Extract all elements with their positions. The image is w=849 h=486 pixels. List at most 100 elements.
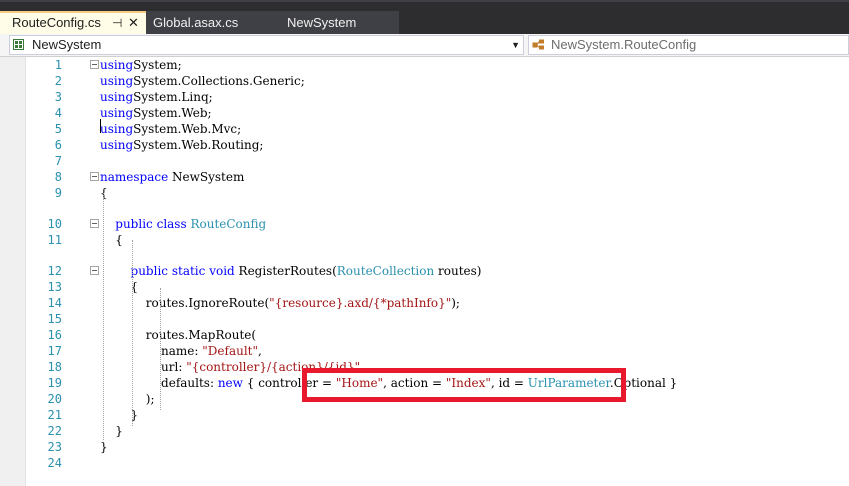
keyword-token: class: [156, 217, 187, 231]
line-number: 3: [54, 90, 62, 104]
code-token: System.Web.Mvc;: [133, 122, 242, 136]
code-token: routes.MapRoute(: [100, 328, 257, 342]
line-number: 8: [54, 170, 62, 184]
code-line[interactable]: 24: [0, 455, 849, 471]
line-number: 17: [47, 344, 62, 358]
code-token: routes): [434, 264, 482, 278]
string-token: "Default": [202, 344, 259, 358]
tab-label: NewSystem: [287, 15, 357, 30]
keyword-token: using: [100, 90, 134, 104]
line-number: 11: [47, 233, 62, 247]
line-number: 24: [47, 456, 62, 470]
line-number: 19: [47, 376, 62, 390]
line-number: 5: [54, 122, 62, 136]
line-number: 9: [54, 186, 62, 200]
tab-bar-top-strip: [0, 0, 849, 2]
collapse-toggle-icon[interactable]: [90, 266, 99, 275]
line-number: 13: [47, 280, 62, 294]
indent-guide: [132, 240, 133, 426]
code-line[interactable]: 2 usingSystem.Collections.Generic;: [0, 73, 849, 89]
code-line[interactable]: 14 routes.IgnoreRoute("{resource}.axd/{*…: [0, 295, 849, 311]
code-token: NewSystem: [168, 170, 245, 184]
line-number: 22: [47, 424, 62, 438]
line-number: 12: [47, 264, 62, 278]
keyword-token: public: [115, 217, 153, 231]
line-number: 10: [47, 217, 62, 231]
code-text: usingSystem.Web.Mvc;: [100, 121, 241, 137]
type-token: RouteCollection: [336, 264, 435, 278]
indent-guide: [160, 288, 161, 410]
line-number: 15: [47, 312, 62, 326]
code-line[interactable]: 6 usingSystem.Web.Routing;: [0, 137, 849, 153]
code-token: defaults:: [100, 376, 218, 390]
code-line[interactable]: 7: [0, 153, 849, 169]
code-line[interactable]: 17 name: "Default",: [0, 343, 849, 359]
pin-icon[interactable]: ⊣: [112, 13, 122, 33]
code-text: routes.MapRoute(: [100, 327, 256, 343]
code-token: url:: [100, 360, 187, 374]
code-line[interactable]: 15: [0, 311, 849, 327]
code-line[interactable]: 21 }: [0, 407, 849, 423]
code-line[interactable]: 9{: [0, 185, 849, 201]
collapse-toggle-icon[interactable]: [90, 172, 99, 181]
navigation-bar: NewSystem ▼ NewSystem.RouteConfig: [0, 34, 849, 57]
string-token: "{resource}.axd/{*pathInfo}": [269, 296, 452, 310]
code-token: System.Web.Routing;: [133, 138, 264, 152]
code-text: routes.IgnoreRoute("{resource}.axd/{*pat…: [100, 295, 460, 311]
close-icon[interactable]: ✕: [128, 13, 139, 33]
code-token: name:: [100, 344, 203, 358]
code-line[interactable]: 3 usingSystem.Linq;: [0, 89, 849, 105]
code-token: ,: [258, 344, 262, 358]
code-text: );: [100, 391, 155, 407]
tab-routeconfig-active[interactable]: RouteConfig.cs ⊣ ✕: [0, 11, 146, 34]
class-name: NewSystem.RouteConfig: [551, 37, 697, 52]
code-line[interactable]: 23}: [0, 439, 849, 455]
line-number: 7: [54, 154, 62, 168]
code-token: System.Collections.Generic;: [133, 74, 305, 88]
line-number: 1: [54, 58, 62, 72]
document-tab-bar: Global.asax.cs NewSystem RouteConfig.cs …: [0, 0, 849, 34]
code-token: );: [100, 392, 155, 406]
code-editor[interactable]: 1 usingSystem; 2 usingSystem.Collections.Ge…: [0, 57, 849, 486]
keyword-token: using: [100, 106, 134, 120]
keyword-token: public: [130, 264, 169, 278]
line-number: 18: [47, 360, 62, 374]
line-number: 20: [47, 392, 62, 406]
line-number: 2: [54, 74, 62, 88]
code-line[interactable]: 1 usingSystem;: [0, 57, 849, 73]
code-line[interactable]: 5 usingSystem.Web.Mvc;: [0, 121, 849, 137]
class-dropdown[interactable]: NewSystem.RouteConfig: [528, 35, 849, 55]
code-token: );: [451, 296, 460, 310]
code-line[interactable]: 12 public static void RegisterRoutes(Rou…: [0, 263, 849, 279]
code-line[interactable]: 11 {: [0, 232, 849, 248]
keyword-token: using: [100, 74, 134, 88]
highlight-annotation-box: [302, 368, 626, 402]
collapse-toggle-icon[interactable]: [90, 219, 99, 228]
keyword-token: static: [171, 264, 206, 278]
class-icon: [532, 39, 544, 50]
code-line[interactable]: 22 }: [0, 423, 849, 439]
code-text: usingSystem;: [100, 57, 182, 73]
keyword-token: void: [209, 264, 235, 278]
line-number: 4: [54, 106, 62, 120]
chevron-down-icon: ▼: [511, 40, 520, 50]
tab-newsystem[interactable]: NewSystem: [253, 11, 399, 34]
collapse-toggle-icon[interactable]: [90, 60, 99, 69]
code-text: usingSystem.Linq;: [100, 89, 213, 105]
code-line[interactable]: 10 public class RouteConfig: [0, 216, 849, 232]
project-dropdown[interactable]: NewSystem ▼: [9, 35, 524, 55]
code-token: System;: [133, 58, 182, 72]
code-token: routes.IgnoreRoute(: [100, 296, 270, 310]
line-number: 16: [47, 328, 62, 342]
code-line[interactable]: 4 usingSystem.Web;: [0, 105, 849, 121]
code-token: RegisterRoutes(: [234, 264, 337, 278]
code-token: System.Linq;: [133, 90, 213, 104]
code-line[interactable]: 13 {: [0, 279, 849, 295]
project-icon: [13, 39, 24, 50]
code-line[interactable]: 16 routes.MapRoute(: [0, 327, 849, 343]
code-line[interactable]: 8 namespace NewSystem: [0, 169, 849, 185]
keyword-token: namespace: [100, 170, 169, 184]
line-number: 23: [47, 440, 62, 454]
code-text: usingSystem.Web;: [100, 105, 212, 121]
